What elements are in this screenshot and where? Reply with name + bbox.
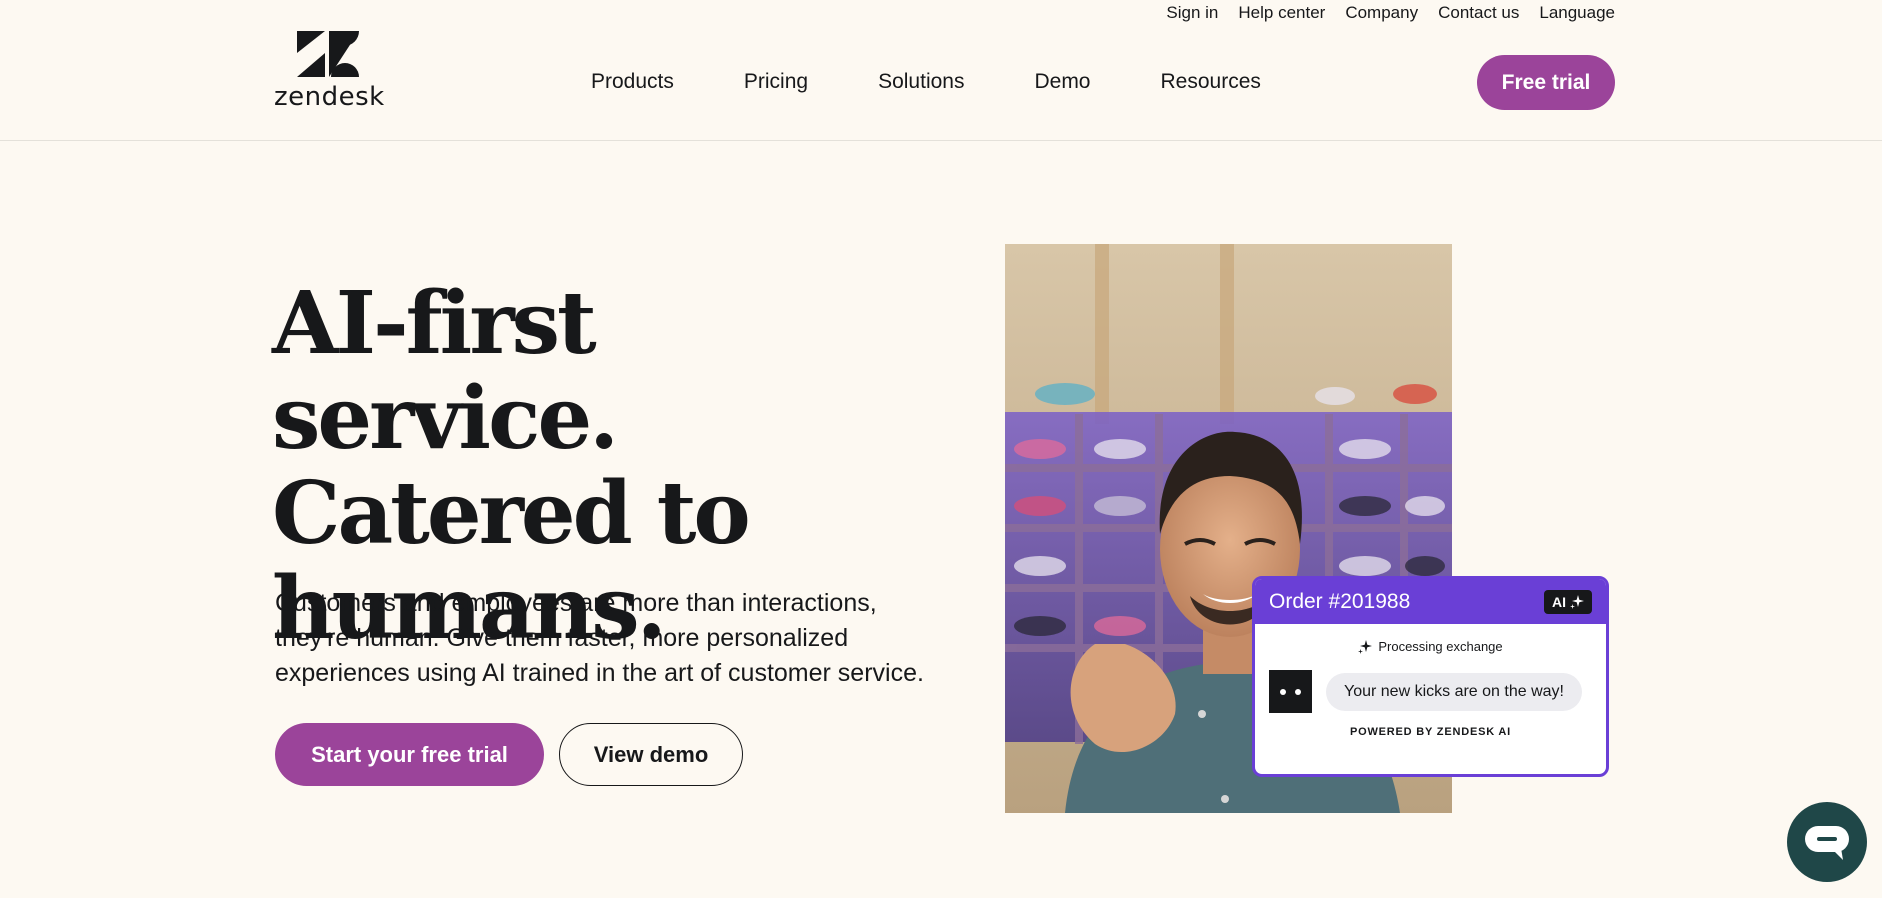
sign-in-link[interactable]: Sign in [1166,3,1218,23]
utility-nav: Sign in Help center Company Contact us L… [1166,3,1615,23]
order-title: Order #201988 [1269,589,1411,613]
logo-wordmark: zendesk [274,82,385,112]
sparkle-icon [1358,639,1373,654]
message-bubble: Your new kicks are on the way! [1326,672,1582,711]
chat-bubble-icon [1805,826,1849,860]
hero-title-line: AI-first service. [272,273,619,469]
processing-status: Processing exchange [1255,639,1606,654]
zendesk-logo[interactable]: zendesk [274,31,385,112]
company-link[interactable]: Company [1345,3,1418,23]
start-free-trial-button[interactable]: Start your free trial [275,723,544,786]
free-trial-button[interactable]: Free trial [1477,55,1615,110]
help-center-link[interactable]: Help center [1238,3,1325,23]
hero-subtitle: Customers and employees are more than in… [275,589,924,687]
language-link[interactable]: Language [1539,3,1615,23]
processing-text: Processing exchange [1378,639,1503,654]
site-header: Sign in Help center Company Contact us L… [0,0,1882,141]
hero-title-line: Catered to [272,463,751,564]
message-row: Your new kicks are on the way! [1269,670,1606,713]
bot-avatar-icon [1269,670,1312,713]
nav-solutions[interactable]: Solutions [878,70,964,94]
zendesk-logo-icon [297,31,359,77]
nav-resources[interactable]: Resources [1161,70,1261,94]
order-card-header: Order #201988 AI [1255,579,1606,624]
nav-demo[interactable]: Demo [1034,70,1090,94]
ai-badge-label: AI [1552,593,1566,610]
ai-badge: AI [1544,589,1592,614]
view-demo-button[interactable]: View demo [559,723,743,786]
chat-widget-button[interactable] [1787,802,1867,882]
sparkle-icon [1570,594,1584,609]
nav-products[interactable]: Products [591,70,674,94]
order-card: Order #201988 AI Processing exchange You… [1252,576,1609,777]
contact-us-link[interactable]: Contact us [1438,3,1519,23]
powered-by-label: POWERED BY ZENDESK AI [1349,726,1512,738]
main-nav: Products Pricing Solutions Demo Resource… [591,70,1261,94]
nav-pricing[interactable]: Pricing [744,70,808,94]
